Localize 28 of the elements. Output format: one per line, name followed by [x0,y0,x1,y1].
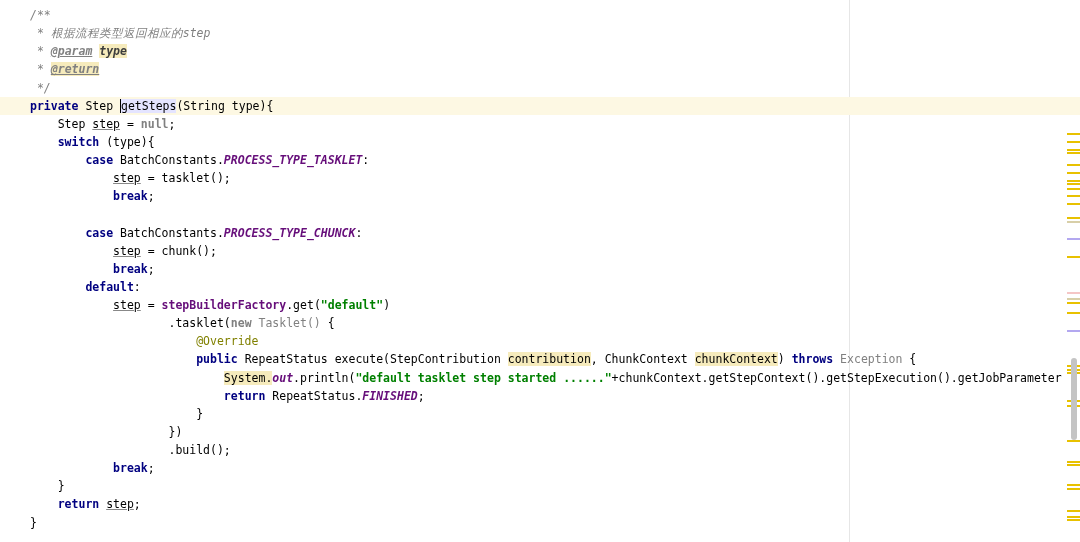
code-line: step = stepBuilderFactory.get("default") [113,298,391,312]
code-line: */ [36,80,51,95]
code-line: public RepeatStatus execute(StepContribution contribution, ChunkContext chunkContext) throws Exception { [196,352,917,367]
code-line: step = tasklet(); [113,171,231,186]
code-line: return RepeatStatus.FINISHED; [223,388,425,403]
code-line: switch (type){ [57,134,155,149]
code-line: break; [113,461,155,476]
code-line: step = chunk(); [113,243,217,258]
code-line: } [30,515,37,530]
code-line: return step; [57,497,141,512]
code-line: Step step = null; [57,116,176,131]
code-line: break; [113,261,155,276]
code-line: break; [113,189,155,204]
scrollbar-thumb[interactable] [1071,358,1077,440]
code-line: .tasklet(new Tasklet() { [168,316,335,331]
code-line: default: [85,279,141,294]
code-line: } [57,479,65,494]
code-line: @Override [196,334,259,349]
code-line: System.out.println("default tasklet step started ......"+chunkContext.getStepContext().getStepExecution().getJobParameter [223,370,1062,385]
code-line: }) [168,424,183,439]
code-line: case BatchConstants.PROCESS_TYPE_CHUNCK: [85,225,363,240]
code-line: * 根据流程类型返回相应的step [36,26,211,41]
code-line: .build(); [168,443,231,457]
code-line: /** [30,8,51,22]
code-line: * @param type [36,44,127,59]
code-line: private Step getSteps(String type){ [30,98,274,113]
code-line: } [196,406,204,421]
code-line: case BatchConstants.PROCESS_TYPE_TASKLET: [85,153,370,167]
